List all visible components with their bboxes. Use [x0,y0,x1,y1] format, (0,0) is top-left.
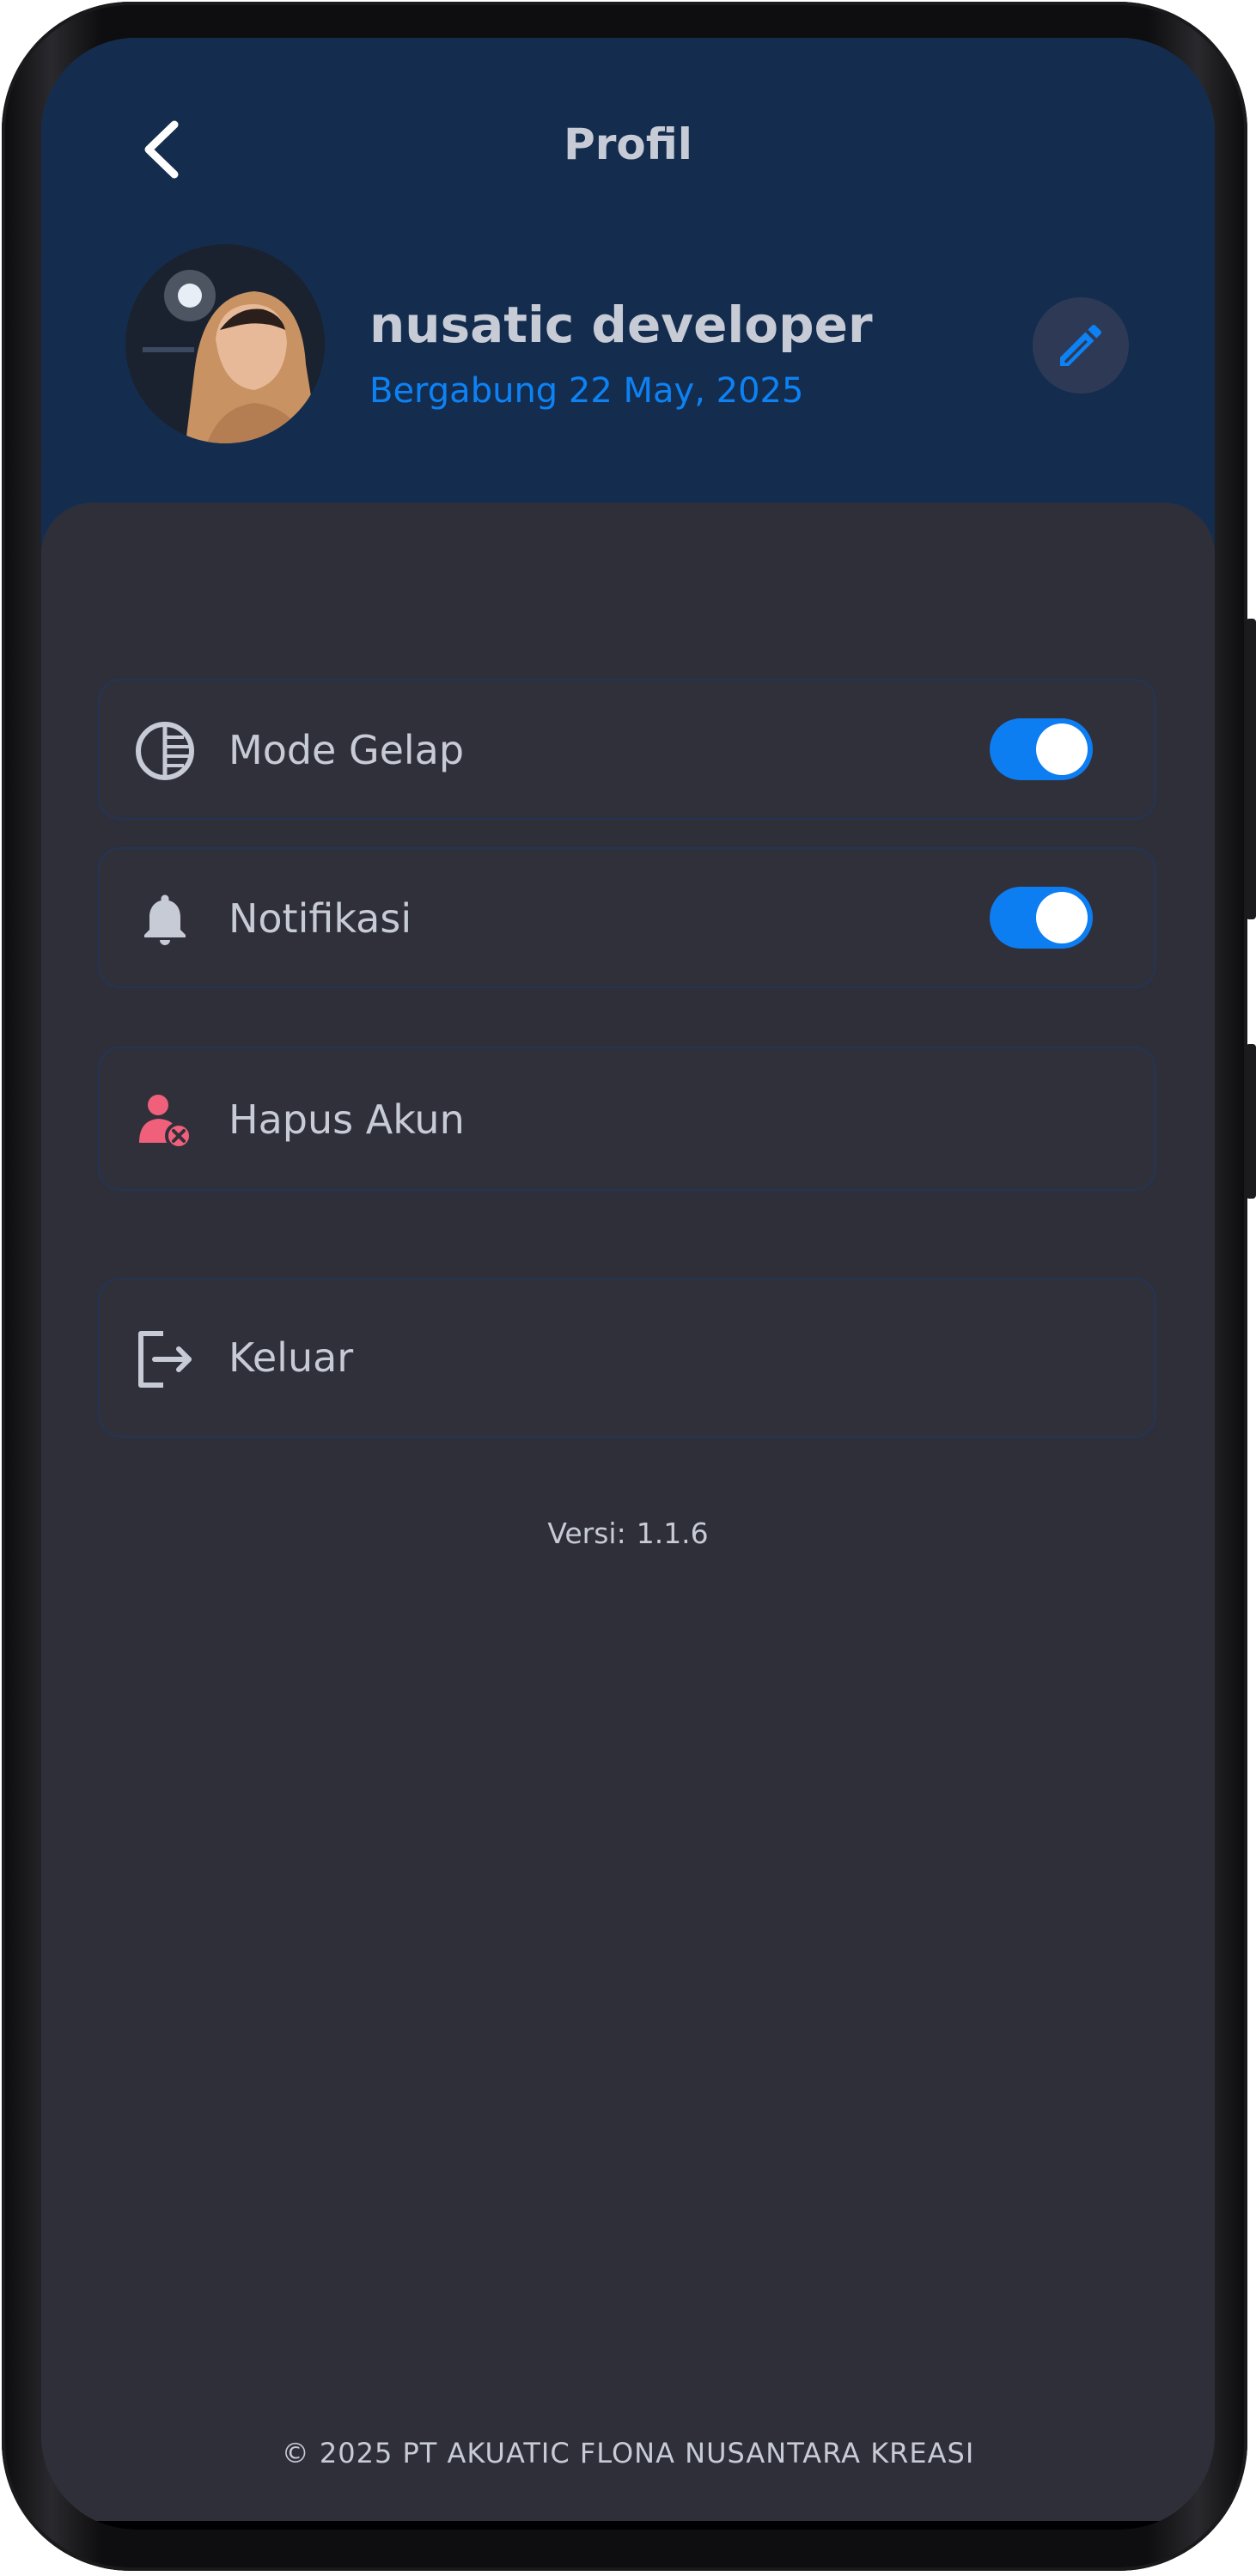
version-label: Versi: [547,1517,626,1550]
setting-label: Keluar [229,1334,354,1381]
phone-frame: Profil nusatic developer Bergabung 22 Ma… [0,0,1256,2576]
setting-dark-mode[interactable]: Mode Gelap [98,679,1156,820]
setting-notifications[interactable]: Notifikasi [98,847,1156,988]
notifications-toggle[interactable] [990,887,1093,949]
logout-button[interactable]: Keluar [98,1278,1156,1438]
pencil-icon [1060,324,1102,366]
avatar-photo [125,244,325,443]
page-title: Profil [564,119,692,169]
version-value: 1.1.6 [636,1517,709,1550]
power-button [1246,1044,1256,1199]
setting-label: Hapus Akun [229,1096,465,1143]
joined-date: Bergabung 22 May, 2025 [369,371,804,411]
setting-label: Notifikasi [229,895,412,942]
app-version: Versi: 1.1.6 [41,1517,1215,1550]
user-remove-icon [134,1090,196,1151]
logout-icon [134,1328,196,1390]
edit-profile-button[interactable] [1033,297,1129,394]
bell-icon [134,888,196,950]
toggle-knob [1036,723,1088,775]
volume-button [1246,619,1256,919]
avatar[interactable] [125,244,325,443]
setting-label: Mode Gelap [229,727,465,773]
settings-sheet: Mode Gelap Notifikasi Hapus Akun Keluar … [41,503,1215,2530]
dark-mode-toggle[interactable] [990,718,1093,780]
delete-account-button[interactable]: Hapus Akun [98,1047,1156,1191]
user-name: nusatic developer [369,296,873,354]
bottom-edge [41,2521,1215,2530]
toggle-knob [1036,892,1088,943]
contrast-icon [134,720,196,782]
app-screen: Profil nusatic developer Bergabung 22 Ma… [41,38,1215,2530]
copyright-footer: © 2025 PT AKUATIC FLONA NUSANTARA KREASI [281,2437,975,2469]
